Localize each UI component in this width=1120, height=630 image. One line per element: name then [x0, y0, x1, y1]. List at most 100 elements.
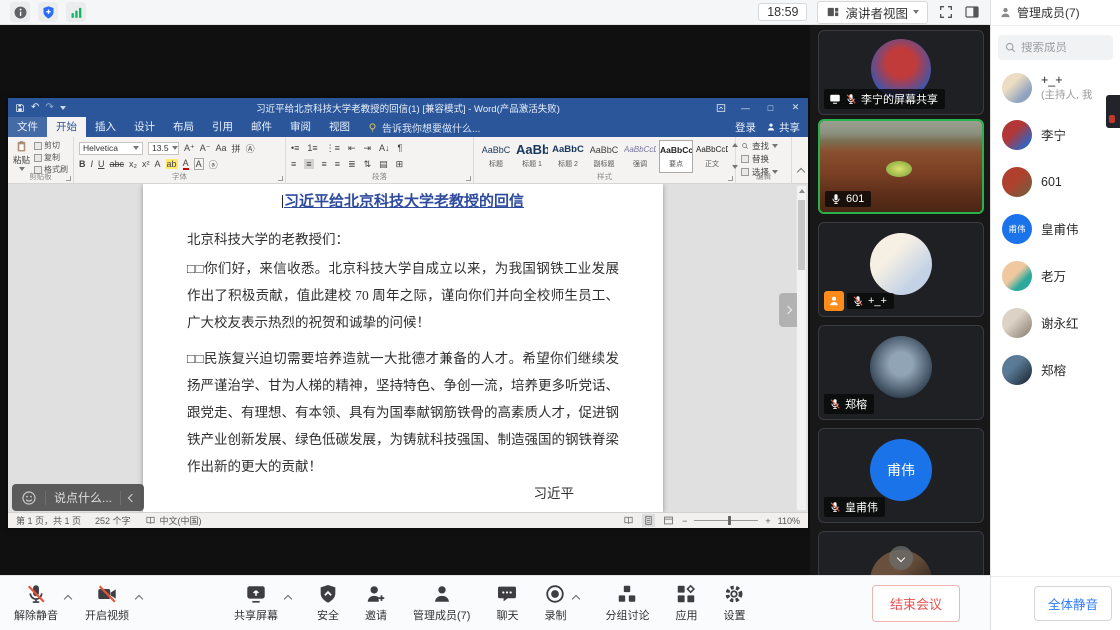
video-panel-collapse-handle[interactable]: [779, 293, 797, 327]
video-tile[interactable]: 郑榕: [818, 325, 984, 420]
phonetic-guide-button[interactable]: 拼: [232, 142, 241, 155]
save-icon[interactable]: [15, 103, 25, 113]
cut-button[interactable]: 剪切: [34, 140, 68, 151]
align-left-button[interactable]: ≡: [291, 159, 296, 169]
font-size-combo[interactable]: 13.5: [148, 142, 179, 155]
dialog-launcher-icon[interactable]: [66, 176, 71, 181]
italic-button[interactable]: I: [91, 159, 94, 169]
share-button[interactable]: 共享: [766, 120, 800, 135]
highlight-color-button[interactable]: ab: [166, 159, 178, 169]
align-center-button[interactable]: ≡: [304, 159, 313, 169]
member-row[interactable]: 601: [991, 158, 1120, 205]
sign-in-link[interactable]: 登录: [735, 120, 756, 135]
print-layout-button[interactable]: [642, 514, 655, 527]
view-mode-dropdown[interactable]: 演讲者视图: [817, 1, 928, 24]
mic-options-chevron[interactable]: [65, 589, 71, 607]
breakout-rooms-button[interactable]: 分组讨论: [605, 583, 649, 623]
more-videos-button[interactable]: [889, 546, 913, 570]
vertical-scrollbar[interactable]: [796, 185, 807, 511]
apps-button[interactable]: 应用: [675, 583, 697, 623]
member-row[interactable]: 老万: [991, 252, 1120, 299]
enclose-characters-button[interactable]: ⓐ: [209, 158, 218, 171]
settings-button[interactable]: 设置: [723, 583, 745, 623]
record-options-chevron[interactable]: [573, 589, 579, 607]
record-button[interactable]: 录制: [544, 583, 566, 623]
zoom-slider-thumb[interactable]: [728, 516, 731, 525]
tab-file[interactable]: 文件: [8, 117, 47, 137]
bullets-button[interactable]: •≡: [291, 143, 299, 153]
language-indicator[interactable]: 中文(中国): [145, 514, 202, 527]
character-shading-button[interactable]: A: [194, 158, 204, 170]
video-tile-active-speaker[interactable]: 601: [818, 119, 984, 214]
meeting-security-button[interactable]: [38, 2, 58, 22]
paste-button[interactable]: 粘贴: [13, 140, 30, 171]
font-name-combo[interactable]: Helvetica: [79, 142, 143, 155]
document-page[interactable]: 习近平给北京科技大学老教授的回信 北京科技大学的老教授们： □□你们好，来信收悉…: [143, 184, 663, 512]
web-layout-button[interactable]: [662, 514, 675, 527]
share-options-chevron[interactable]: [285, 589, 291, 607]
collapse-chat-icon[interactable]: [128, 493, 136, 501]
zoom-slider[interactable]: [694, 516, 758, 525]
chat-placeholder[interactable]: 说点什么...: [54, 489, 112, 506]
maximize-button[interactable]: □: [758, 98, 783, 117]
multilevel-list-button[interactable]: ⋮≡: [326, 143, 340, 154]
word-count[interactable]: 252 个字: [95, 514, 131, 527]
security-button[interactable]: 安全: [317, 583, 339, 623]
fullscreen-button[interactable]: [938, 4, 954, 20]
shrink-font-button[interactable]: A⁻: [200, 143, 211, 154]
mute-all-button[interactable]: 全体静音: [1034, 586, 1112, 621]
style-chip[interactable]: AaBbCcD强调: [623, 140, 657, 173]
emoji-smiley-icon[interactable]: [21, 490, 37, 506]
bold-button[interactable]: B: [79, 159, 86, 169]
superscript-button[interactable]: x²: [142, 159, 150, 169]
increase-indent-button[interactable]: ⇥: [363, 143, 371, 154]
align-right-button[interactable]: ≡: [322, 159, 327, 169]
tab-design[interactable]: 设计: [125, 117, 164, 137]
style-chip[interactable]: AaBbCcDd正文: [695, 140, 729, 173]
collapse-ribbon-button[interactable]: [798, 162, 804, 180]
shading-button[interactable]: ▤: [379, 159, 388, 170]
distribute-button[interactable]: ≣: [348, 159, 356, 170]
style-chip[interactable]: AaBb标题 1: [515, 140, 549, 173]
scrollbar-thumb[interactable]: [798, 200, 805, 270]
strikethrough-button[interactable]: abc: [110, 159, 125, 169]
video-options-chevron[interactable]: [136, 589, 142, 607]
dialog-launcher-icon[interactable]: [728, 176, 733, 181]
qat-customize-icon[interactable]: [60, 106, 66, 110]
close-button[interactable]: ✕: [783, 98, 808, 117]
font-color-button[interactable]: A: [183, 158, 189, 170]
sort-button[interactable]: A↓: [379, 143, 390, 153]
video-tile-partial[interactable]: [818, 531, 984, 575]
subscript-button[interactable]: x₂: [129, 159, 137, 169]
start-video-button[interactable]: 开启视频: [85, 583, 129, 623]
style-chip[interactable]: AaBbC副标题: [587, 140, 621, 173]
minimize-button[interactable]: —: [733, 98, 758, 117]
style-chip[interactable]: AaBbC标题: [479, 140, 513, 173]
page-indicator[interactable]: 第 1 页，共 1 页: [16, 514, 81, 527]
end-meeting-button[interactable]: 结束会议: [872, 585, 960, 622]
scroll-up-icon[interactable]: [799, 189, 805, 193]
unmute-button[interactable]: 解除静音: [14, 583, 58, 623]
member-action-flyout[interactable]: [1106, 95, 1120, 128]
search-input[interactable]: [1021, 42, 1105, 54]
justify-button[interactable]: ≡: [335, 159, 340, 169]
grow-font-button[interactable]: A⁺: [184, 143, 195, 154]
line-spacing-button[interactable]: ⇅: [364, 159, 372, 170]
numbering-button[interactable]: 1≡: [307, 143, 317, 153]
tab-references[interactable]: 引用: [203, 117, 242, 137]
undo-button[interactable]: ↶: [31, 102, 39, 113]
style-chip-selected[interactable]: AaBbCcD要点: [659, 140, 693, 173]
tab-layout[interactable]: 布局: [164, 117, 203, 137]
meeting-info-button[interactable]: [10, 2, 30, 22]
chat-quick-input[interactable]: 说点什么...: [12, 484, 144, 511]
decrease-indent-button[interactable]: ⇤: [348, 143, 356, 154]
share-screen-button[interactable]: 共享屏幕: [234, 583, 278, 623]
member-row[interactable]: 李宁: [991, 111, 1120, 158]
dialog-launcher-icon[interactable]: [278, 176, 283, 181]
chat-button[interactable]: 聊天: [496, 583, 518, 623]
character-border-button[interactable]: Ⓐ: [246, 142, 255, 155]
dialog-launcher-icon[interactable]: [466, 176, 471, 181]
style-chip[interactable]: AaBbC标题 2: [551, 140, 585, 173]
tab-insert[interactable]: 插入: [86, 117, 125, 137]
invite-button[interactable]: 邀请: [365, 583, 387, 623]
